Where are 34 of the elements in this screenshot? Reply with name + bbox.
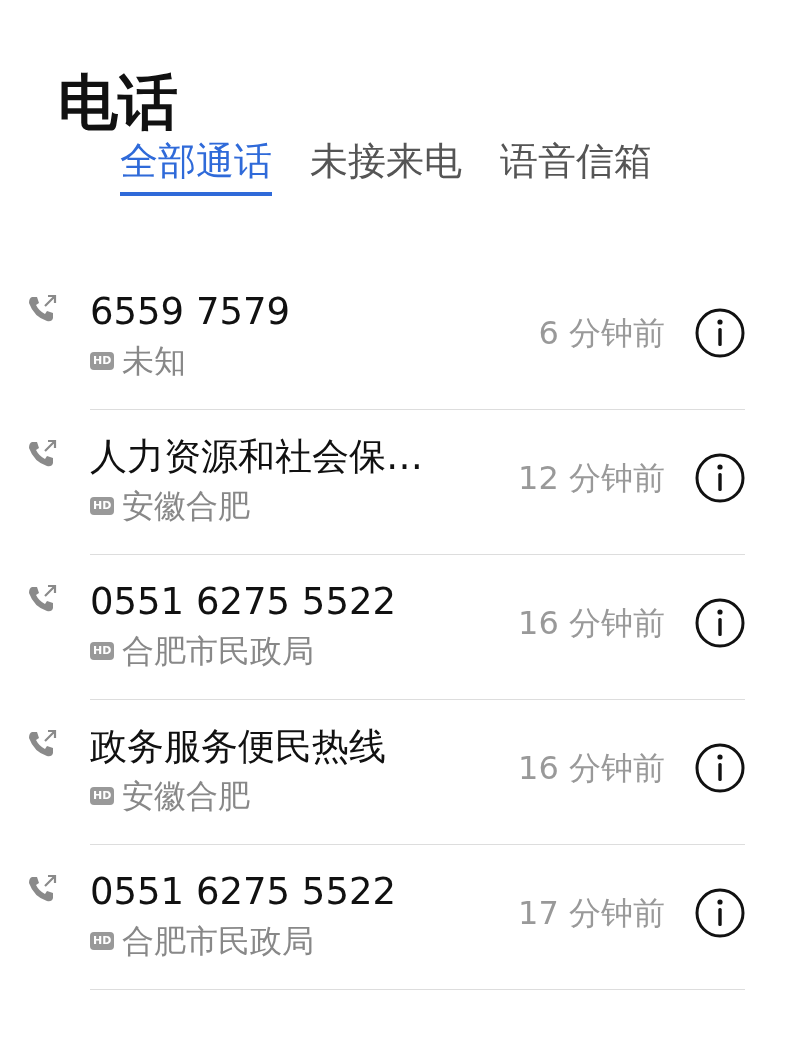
call-time: 16 分钟前	[518, 748, 665, 788]
outgoing-call-icon	[28, 875, 58, 903]
tab[interactable]: 全部通话	[120, 138, 272, 196]
info-icon[interactable]	[695, 308, 745, 358]
caller-name: 0551 6275 5522	[90, 579, 396, 625]
caller-location: 未知	[122, 341, 187, 381]
caller-name: 0551 6275 5522	[90, 869, 396, 915]
caller-name: 6559 7579	[90, 289, 291, 335]
info-icon[interactable]	[695, 453, 745, 503]
hd-badge: HD	[90, 352, 115, 370]
call-time: 6 分钟前	[538, 313, 665, 353]
page-title: 电话	[58, 66, 178, 139]
caller-location: 合肥市民政局	[122, 631, 315, 671]
hd-badge: HD	[90, 642, 115, 660]
call-time: 12 分钟前	[518, 458, 665, 498]
info-icon[interactable]	[695, 598, 745, 648]
outgoing-call-icon	[28, 585, 58, 613]
call-time: 16 分钟前	[518, 603, 665, 643]
info-icon[interactable]	[695, 743, 745, 793]
outgoing-call-icon	[28, 440, 58, 468]
caller-location: 合肥市民政局	[122, 921, 315, 961]
hd-badge: HD	[90, 497, 115, 515]
info-icon[interactable]	[695, 888, 745, 938]
outgoing-call-icon	[28, 730, 58, 758]
hd-badge: HD	[90, 932, 115, 950]
caller-name: 政务服务便民热线	[90, 724, 386, 770]
caller-location: 安徽合肥	[122, 486, 251, 526]
tab[interactable]: 未接来电	[310, 138, 462, 196]
caller-name: 人力资源和社会保…	[90, 434, 423, 480]
caller-location: 安徽合肥	[122, 776, 251, 816]
hd-badge: HD	[90, 787, 115, 805]
tab[interactable]: 语音信箱	[500, 138, 652, 196]
outgoing-call-icon	[28, 295, 58, 323]
call-time: 17 分钟前	[518, 893, 665, 933]
